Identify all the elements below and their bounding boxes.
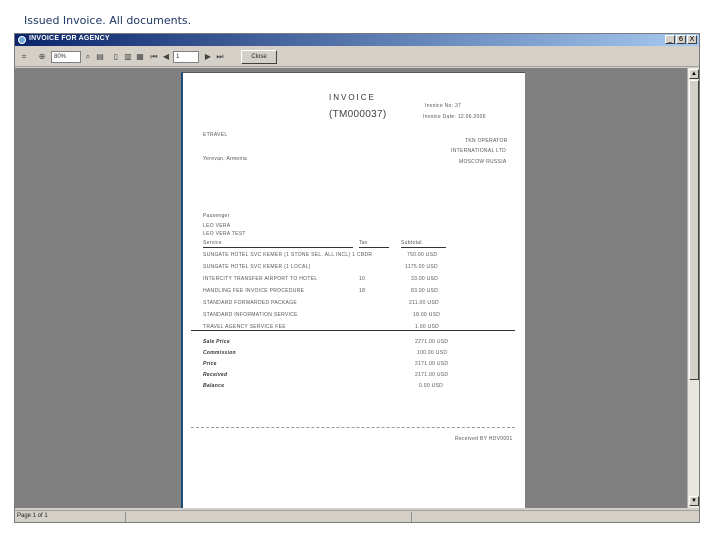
invoice-to-line: INTERNATIONAL LTD [451,148,507,154]
previous-page-icon[interactable]: ◀ [161,52,171,62]
passenger-name: LEO VERA [203,223,231,229]
column-underline [359,247,389,248]
page-setup-icon[interactable]: ▤ [95,52,105,62]
toolbar: ⌗ ⊕ 80% ⌕ ▤ ▯ ▥ ▦ ⏮ ◀ 1 ▶ ⏭ Close [15,47,699,67]
scroll-down-icon[interactable]: ▼ [689,496,699,506]
first-page-icon[interactable]: ⏮ [149,52,159,62]
total-value: 0.00 USD [419,383,444,389]
column-underline [401,247,446,248]
multi-page-icon[interactable]: ▥ [123,52,133,62]
total-value: 2271.00 USD [415,339,449,345]
maximize-button[interactable]: 6 [676,35,686,44]
report-viewport[interactable]: INVOICE (TM000037) Invoice No: 37 Invoic… [15,68,687,508]
status-divider [125,512,126,522]
row-subtotal: 18.00 USD [413,312,441,318]
close-window-button[interactable]: X [687,35,697,44]
next-page-icon[interactable]: ▶ [203,52,213,62]
row-service: STANDARD INFORMATION SERVICE [203,312,298,318]
row-service: SUNGATE HOTEL SVC KEMER (1 LOCAL) [203,264,311,270]
minimize-button[interactable]: _ [665,35,675,44]
subtotal-column-header: Subtotal [401,240,422,246]
status-divider [411,512,412,522]
row-service: INTERCITY TRANSFER AIRPORT TO HOTEL [203,276,318,282]
passenger-label: Passenger [203,213,230,219]
invoice-meta-line: Invoice Date: 12.06.2006 [423,114,486,120]
total-label: Balance [203,383,225,389]
invoice-to-line: TKN OPERATOR [465,138,508,144]
invoice-to-line: MOSCOW RUSSIA [459,159,507,165]
vertical-scrollbar[interactable]: ▲ ▼ [687,68,699,508]
column-underline [203,247,353,248]
row-tax: 18 [359,288,366,294]
row-service: STANDARD FORWARDED PACKAGE [203,300,298,306]
tree-icon[interactable]: ⌗ [19,52,29,62]
row-subtotal: 1175.00 USD [405,264,438,270]
app-icon [18,36,26,44]
last-page-icon[interactable]: ⏭ [215,52,225,62]
invoice-title: INVOICE [329,93,376,102]
row-subtotal: 83.00 USD [411,288,439,294]
row-subtotal: 33.00 USD [411,276,439,282]
search-icon[interactable]: ⌕ [83,52,93,62]
report-viewer-window: INVOICE FOR AGENCY _ 6 X ⌗ ⊕ 80% ⌕ ▤ ▯ ▥… [14,33,700,523]
scroll-up-icon[interactable]: ▲ [689,69,699,79]
window-title-bar[interactable]: INVOICE FOR AGENCY _ 6 X [15,34,699,46]
total-label: Sale Price [203,339,230,345]
row-tax: 10 [359,276,366,282]
row-subtotal: 750.00 USD [407,252,438,258]
row-service: HANDLING FEE INVOICE PROCEDURE [203,288,305,294]
zoom-select[interactable]: 80% [51,51,81,63]
footer-divider [191,427,515,428]
single-page-icon[interactable]: ▯ [111,52,121,62]
total-label: Commission [203,350,237,356]
tax-column-header: Tax [359,240,368,246]
invoice-meta-line: Invoice No: 37 [425,103,462,109]
status-bar: Page 1 of 1 [15,510,699,522]
print-icon[interactable]: ▦ [135,52,145,62]
total-value: 2171.00 USD [415,361,449,367]
invoice-address-label: Yerevan, Armenia [203,156,248,162]
table-divider [191,330,515,331]
invoice-number: (TM000037) [329,109,387,120]
total-label: Received [203,372,228,378]
passenger-name: LEO VERA TEST [203,231,246,237]
page-number-input[interactable]: 1 [173,51,199,63]
scroll-thumb[interactable] [689,80,699,380]
received-by-note: Received BY HDV0001 [455,436,513,442]
row-service: SUNGATE HOTEL SVC KEMER (1 STONE SEL. AL… [203,252,373,258]
window-title: INVOICE FOR AGENCY [29,35,110,42]
close-button[interactable]: Close [241,50,277,64]
zoom-icon[interactable]: ⊕ [37,52,47,62]
invoice-page: INVOICE (TM000037) Invoice No: 37 Invoic… [181,72,525,508]
total-value: 2171.00 USD [415,372,449,378]
total-value: 100.00 USD [417,350,448,356]
slide-caption: Issued Invoice. All documents. [24,14,192,27]
invoice-from-label: ETRAVEL [203,132,228,138]
service-column-header: Service [203,240,222,246]
page-count-status: Page 1 of 1 [17,513,48,519]
total-label: Price [203,361,217,367]
row-subtotal: 211.00 USD [409,300,439,306]
